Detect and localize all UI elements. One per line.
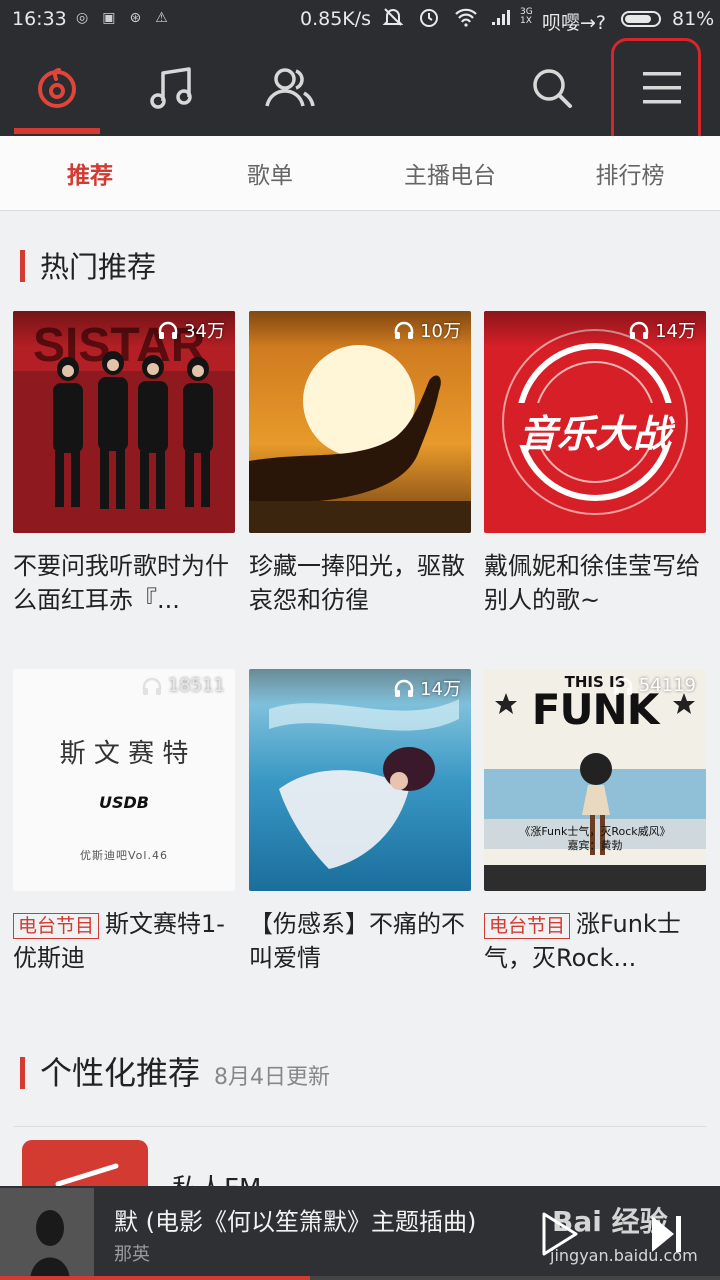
network-speed: 0.85K/s [300, 8, 372, 30]
battery-icon [621, 11, 661, 27]
play-count-value: 54119 [638, 675, 696, 696]
app-notification-icon: ⊛ [129, 10, 142, 26]
network-type: 3G 1X [520, 7, 533, 26]
play-count-value: 10万 [420, 321, 461, 342]
playback-progress[interactable] [0, 1276, 720, 1280]
playlist-cover[interactable]: 10万 [249, 311, 471, 533]
status-time: 16:33 [12, 8, 67, 30]
section-marker [20, 250, 25, 282]
playback-progress-fill [0, 1276, 310, 1280]
playlist-card[interactable]: 14万 【伤感系】不痛的不叫爱情 [249, 669, 471, 975]
play-count-value: 14万 [420, 679, 461, 700]
radio-card[interactable]: THIS IS FUNK 《涨Funk士气，灭Rock威风》 嘉宾：黄勃 541… [484, 669, 706, 975]
playlist-title-text: 不要问我听歌时为什么面红耳赤『... [13, 552, 229, 614]
tab-recommend[interactable]: 推荐 [0, 136, 180, 210]
album-art[interactable] [0, 1188, 94, 1280]
playlist-cover[interactable]: SISTAR 34万 [13, 311, 235, 533]
nav-my-music-button[interactable] [130, 40, 216, 136]
tab-radio[interactable]: 主播电台 [360, 136, 540, 210]
playlist-title[interactable]: 珍藏一捧阳光，驱散哀怨和彷徨 [249, 549, 471, 617]
play-count: 54119 [612, 675, 696, 696]
battery-level [625, 15, 651, 23]
netease-logo-icon [38, 68, 76, 108]
headphones-icon [629, 321, 649, 339]
hot-section-header: 热门推荐 [20, 244, 156, 286]
now-playing-title: 默 (电影《何以笙箫默》主题插曲) [114, 1208, 477, 1236]
personal-section-update: 8月4日更新 [214, 1065, 331, 1090]
headphones-icon [613, 677, 632, 695]
search-icon [533, 69, 572, 108]
headphones-icon [142, 677, 161, 695]
mute-icon [382, 8, 404, 26]
headphones-icon [394, 321, 414, 339]
battery-percent: 81% [672, 8, 715, 30]
playlist-title-text: 【伤感系】不痛的不叫爱情 [249, 910, 465, 972]
headphones-icon [158, 321, 178, 339]
wifi-icon [455, 8, 477, 27]
radio-card[interactable]: 斯 文 赛 特 USDB 优斯迪吧Vol.46 18511 电台节目 斯文赛特1-… [13, 669, 235, 975]
music-note-icon [150, 67, 192, 109]
cover-subtext: 优斯迪吧Vol.46 [80, 849, 168, 862]
play-count: 18511 [141, 675, 225, 696]
tab-charts[interactable]: 排行榜 [540, 136, 720, 210]
nav-discover-button[interactable] [14, 40, 100, 136]
play-count: 14万 [393, 675, 461, 701]
cover-text: 音乐大战 [518, 412, 671, 456]
playlist-title[interactable]: 【伤感系】不痛的不叫爱情 [249, 907, 471, 975]
radio-tag: 电台节目 [13, 913, 100, 939]
nav-active-indicator [14, 128, 100, 134]
playlist-title[interactable]: 戴佩妮和徐佳莹写给别人的歌~ [484, 549, 706, 617]
cover-text: 斯 文 赛 特 [59, 739, 189, 769]
playlist-cover[interactable]: 14万 [249, 669, 471, 891]
personal-section-title: 个性化推荐 [40, 1054, 201, 1092]
sub-tabs: 推荐 歌单 主播电台 排行榜 [0, 136, 720, 211]
watermark-url: jingyan.baidu.com [550, 1246, 698, 1265]
headphones-icon [394, 679, 414, 697]
radio-title[interactable]: 电台节目 涨Funk士气，灭Rock... [484, 907, 706, 975]
playlist-title-text: 戴佩妮和徐佳莹写给别人的歌~ [484, 552, 700, 614]
radio-tag: 电台节目 [484, 913, 571, 939]
screenshot-icon: ▣ [102, 10, 116, 26]
signal-icon [492, 10, 510, 25]
carrier-name: 呗嘤→? [542, 12, 607, 34]
hot-section-title[interactable]: 热门推荐 [40, 244, 156, 286]
play-count-value: 14万 [655, 321, 696, 342]
playlist-card[interactable]: SISTAR 34万 不要问我听歌时为什么面红耳赤『... [13, 311, 235, 617]
alarm-icon [420, 9, 438, 27]
play-count-value: 34万 [184, 321, 225, 342]
personal-section-header: 个性化推荐 8月4日更新 [20, 1048, 330, 1094]
now-playing-artist: 那英 [114, 1244, 150, 1265]
status-right-icons: 3G 1X [382, 6, 533, 28]
playlist-card[interactable]: 音乐大战 14万 戴佩妮和徐佳莹写给别人的歌~ [484, 311, 706, 617]
status-bar: 16:33 ◎ ▣ ⊛ ⚠ 0.85K/s 3G 1X 呗嘤→? 81% [0, 0, 720, 40]
search-button[interactable] [512, 40, 592, 136]
notification-icons: ◎ ▣ ⊛ ⚠ [76, 10, 168, 26]
playlist-title[interactable]: 不要问我听歌时为什么面红耳赤『... [13, 549, 235, 617]
nav-friends-button[interactable] [248, 40, 334, 136]
play-count: 34万 [157, 317, 225, 343]
cover-caption-guest: 嘉宾：黄勃 [567, 839, 623, 852]
friends-icon [265, 68, 315, 107]
radio-cover[interactable]: 斯 文 赛 特 USDB 优斯迪吧Vol.46 18511 [13, 669, 235, 891]
alert-icon: ⚠ [155, 10, 168, 26]
watermark-text: Bai 经验 [552, 1205, 668, 1238]
cover-logo: USDB [99, 793, 149, 812]
divider [14, 1126, 706, 1127]
radio-title[interactable]: 电台节目 斯文赛特1-优斯迪 [13, 907, 235, 975]
section-marker [20, 1057, 25, 1089]
play-count: 10万 [393, 317, 461, 343]
play-count: 14万 [628, 317, 696, 343]
tab-playlists[interactable]: 歌单 [180, 136, 360, 210]
album-art-image [0, 1188, 94, 1280]
playlist-title-text: 珍藏一捧阳光，驱散哀怨和彷徨 [249, 552, 465, 614]
playlist-card[interactable]: 10万 珍藏一捧阳光，驱散哀怨和彷徨 [249, 311, 471, 617]
notification-icon: ◎ [76, 10, 89, 26]
radio-cover[interactable]: THIS IS FUNK 《涨Funk士气，灭Rock威风》 嘉宾：黄勃 541… [484, 669, 706, 891]
menu-highlight-annotation [611, 38, 701, 150]
playlist-cover[interactable]: 音乐大战 14万 [484, 311, 706, 533]
play-count-value: 18511 [167, 675, 225, 696]
